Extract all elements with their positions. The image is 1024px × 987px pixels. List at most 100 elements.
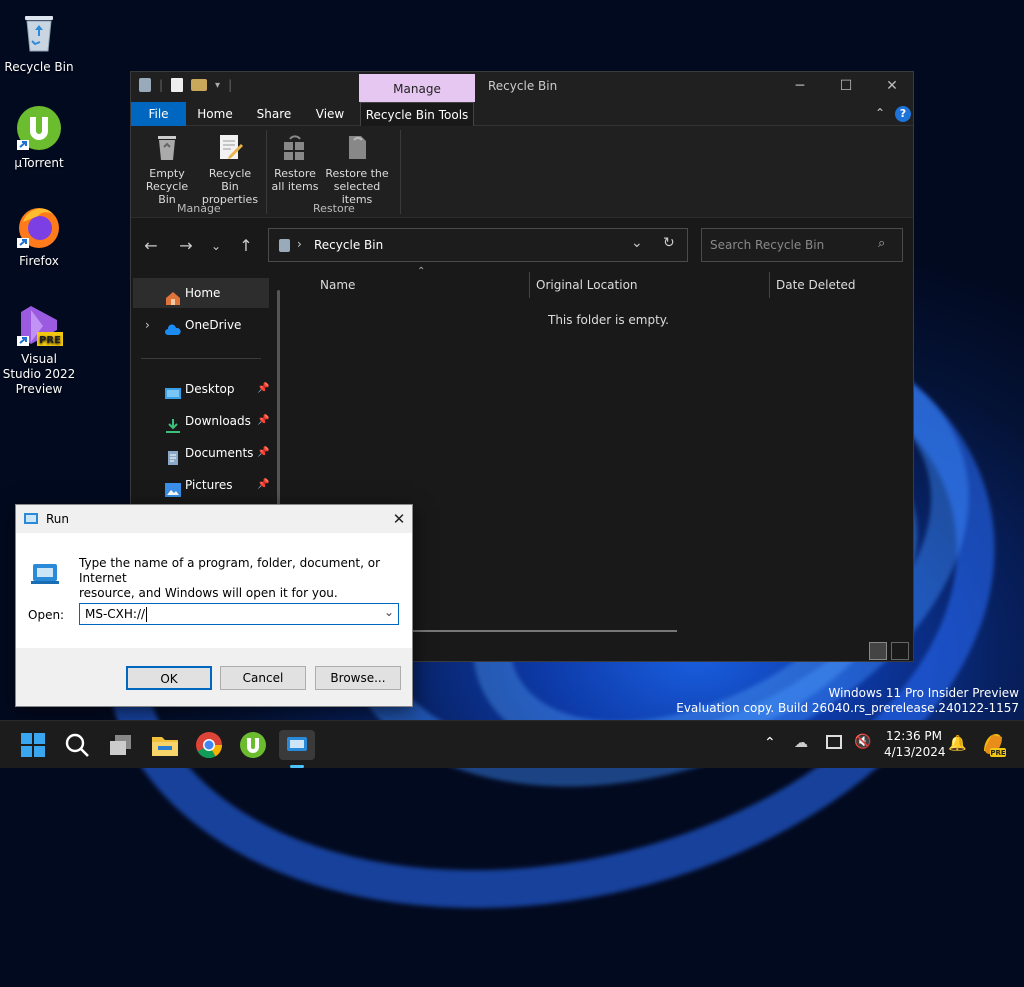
tab-recycle-bin-tools[interactable]: Recycle Bin Tools [360,102,474,126]
details-view-button[interactable] [869,642,887,660]
help-icon[interactable]: ? [895,106,911,122]
onedrive-offline-icon[interactable]: ☁ [794,735,808,751]
restore-selected-items-button[interactable]: Restore the selected items [321,132,393,206]
refresh-icon[interactable]: ↻ [663,235,675,251]
description-line: Type the name of a program, folder, docu… [79,556,381,585]
desktop-icon-label: Recycle Bin [4,60,74,74]
restore-selected-icon [342,132,372,162]
browse-button[interactable]: Browse... [315,666,401,690]
show-hidden-icons-chevron[interactable]: ⌃ [764,735,776,751]
sidebar-item-label: Home [185,286,221,300]
taskbar: ⌃ ☁ 🔇 12:36 PM 4/13/2024 🔔 PRE [0,720,1024,768]
downloads-icon [165,414,181,433]
sidebar-item-downloads[interactable]: Downloads 📌 [133,406,269,436]
search-input[interactable]: Search Recycle Bin [710,238,824,252]
expand-chevron-icon[interactable]: › [145,310,150,340]
button-label: Restore [274,167,316,180]
minimize-button[interactable]: ─ [777,72,823,102]
desktop-icon-utorrent[interactable]: µTorrent [1,104,77,171]
open-input[interactable]: MS-CXH:// [85,607,145,621]
visual-studio-icon: PRE [15,300,63,348]
cancel-button[interactable]: Cancel [220,666,306,690]
sidebar-item-desktop[interactable]: Desktop 📌 [133,374,269,404]
run-description: Type the name of a program, folder, docu… [79,556,412,601]
button-label: Empty [149,167,185,180]
maximize-button[interactable]: ☐ [823,72,869,102]
ok-button[interactable]: OK [126,666,212,690]
run-close-button[interactable]: ✕ [388,508,410,530]
pin-icon[interactable]: 📌 [257,470,269,500]
sidebar-item-home[interactable]: Home [133,278,269,308]
volume-muted-icon[interactable]: 🔇 [854,734,871,750]
combobox-dropdown-icon[interactable]: ⌄ [384,605,394,619]
sidebar-item-label: Documents [185,446,254,460]
pin-icon[interactable]: 📌 [257,438,269,468]
ribbon-tabs: File Home Share View Recycle Bin Tools ⌃… [131,102,913,126]
column-header-name[interactable]: Name [320,278,355,292]
column-header-original-location[interactable]: Original Location [536,278,638,292]
ribbon-divider [400,130,401,214]
svg-text:PRE: PRE [39,335,61,346]
notification-bell-icon[interactable]: 🔔 [948,734,967,752]
up-button[interactable]: ↑ [235,235,257,257]
address-dropdown-icon[interactable]: ⌄ [631,235,643,251]
desktop-icon-visual-studio[interactable]: PRE Visual Studio 2022 Preview [1,300,77,397]
quick-access-toolbar: | ▾ | [139,78,232,92]
desktop-icon-recycle-bin[interactable]: Recycle Bin [1,8,77,75]
copilot-icon[interactable]: PRE [980,731,1006,757]
pin-icon[interactable]: 📌 [257,406,269,436]
text-cursor [146,607,147,622]
file-explorer-taskbar-icon[interactable] [150,730,180,760]
new-folder-icon[interactable] [191,79,208,91]
large-icons-view-button[interactable] [891,642,909,660]
back-button[interactable]: ← [140,235,162,257]
column-divider[interactable] [529,272,530,298]
desktop-icon-firefox[interactable]: Firefox [1,202,77,269]
tab-share[interactable]: Share [247,102,301,126]
open-combobox[interactable]: MS-CXH:// ⌄ [79,603,399,625]
sidebar-item-label: Pictures [185,478,233,492]
close-button[interactable]: ✕ [869,72,915,102]
chrome-icon[interactable] [194,730,224,760]
desktop-icon-label: Visual Studio 2022 Preview [2,352,76,396]
run-title-icon [24,513,38,524]
properties-icon[interactable] [171,78,184,92]
column-divider[interactable] [769,272,770,298]
clock-date[interactable]: 4/13/2024 [884,745,946,759]
search-box[interactable]: Search Recycle Bin ⌕ [701,228,903,262]
empty-recycle-bin-button[interactable]: Empty Recycle Bin [137,132,197,206]
sidebar-item-onedrive[interactable]: › OneDrive [133,310,269,340]
search-icon: ⌕ [878,236,886,251]
open-label: Open: [28,608,65,622]
recent-locations-dropdown[interactable]: ⌄ [205,235,227,257]
utorrent-icon [15,104,63,152]
address-bar[interactable]: › Recycle Bin ⌄ ↻ [268,228,688,262]
column-header-date-deleted[interactable]: Date Deleted [776,278,856,292]
group-label-restore: Restore [313,202,355,215]
title-bar[interactable]: | ▾ | Manage Recycle Bin ─ ☐ ✕ [131,72,913,102]
utorrent-taskbar-icon[interactable] [238,730,268,760]
desktop-icon-label: Firefox [19,254,59,268]
tab-home[interactable]: Home [189,102,241,126]
tab-file[interactable]: File [131,102,186,126]
network-icon[interactable] [826,735,842,749]
sidebar-item-pictures[interactable]: Pictures 📌 [133,470,269,500]
run-taskbar-icon[interactable] [279,730,315,760]
qat-dropdown-icon[interactable]: ▾ [215,80,220,91]
chevron-up-icon[interactable]: ⌃ [875,106,885,120]
sidebar-item-documents[interactable]: Documents 📌 [133,438,269,468]
start-button[interactable] [18,730,48,760]
restore-all-items-button[interactable]: Restore all items [269,132,321,193]
task-view-button[interactable] [106,730,136,760]
restore-all-icon [280,132,310,162]
documents-icon [165,446,181,465]
tab-manage-context[interactable]: Manage [359,74,475,102]
window-title: Recycle Bin [488,79,558,93]
pin-icon[interactable]: 📌 [257,374,269,404]
search-button[interactable] [62,730,92,760]
tab-view[interactable]: View [305,102,355,126]
clock-time[interactable]: 12:36 PM [884,729,944,743]
forward-button[interactable]: → [175,235,197,257]
horizontal-scrollbar[interactable] [411,630,677,632]
recycle-bin-properties-button[interactable]: Recycle Bin properties [199,132,261,206]
